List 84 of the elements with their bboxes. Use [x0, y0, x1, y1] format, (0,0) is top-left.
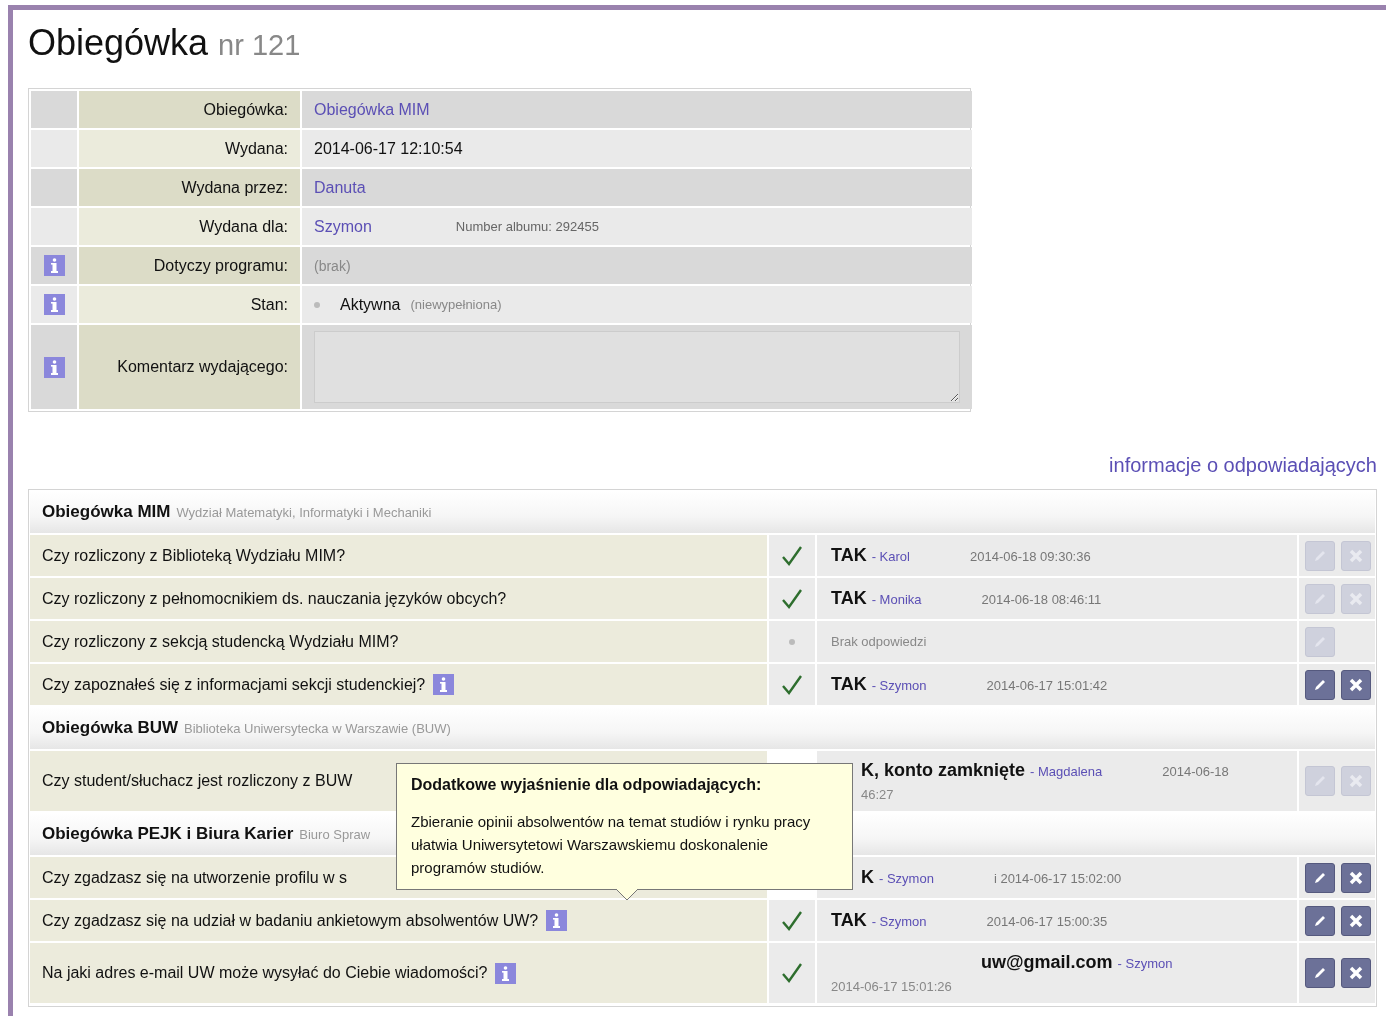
field-label: Wydana: — [79, 130, 300, 167]
close-icon — [1349, 870, 1363, 885]
info-icon[interactable] — [546, 910, 568, 931]
responder-link[interactable]: - Szymon — [1117, 956, 1173, 971]
question-text: Czy rozliczony z Biblioteką Wydziału MIM? — [42, 546, 346, 565]
question-text: Czy rozliczony z sekcją studencką Wydziału MIM? — [42, 632, 399, 651]
answer-time: 46:27 — [861, 787, 895, 802]
group-subtitle: Biuro Spraw — [299, 826, 371, 842]
info-icon[interactable] — [43, 255, 65, 276]
status-text: Aktywna — [340, 295, 401, 314]
responder-link[interactable]: - Szymon — [871, 678, 927, 693]
delete-button[interactable] — [1341, 958, 1371, 988]
close-icon — [1349, 774, 1363, 788]
close-icon — [1349, 677, 1363, 692]
responder-link[interactable]: - Szymon — [871, 914, 927, 929]
pencil-icon — [1313, 870, 1327, 885]
question-text: Czy zgadzasz się na utworzenie profilu w s — [42, 868, 348, 887]
value-link[interactable]: Szymon — [314, 217, 372, 236]
answer-text: TAK — [831, 910, 867, 931]
page-number: nr 121 — [218, 29, 301, 62]
responders-info-link[interactable]: informacje o odpowiadających — [1109, 454, 1377, 477]
value-text: 2014-06-17 12:10:54 — [314, 139, 463, 158]
info-icon[interactable] — [43, 356, 65, 378]
delete-button[interactable] — [1341, 905, 1371, 936]
status-note: (niewypełniona) — [410, 297, 502, 312]
tooltip-title: Dodatkowe wyjaśnienie dla odpowiadających: — [411, 776, 763, 794]
question-text: Czy zgadzasz się na udział w badaniu ankietowym absolwentów UW? — [42, 911, 539, 930]
question-text: Czy student/słuchacz jest rozliczony z BUW — [42, 772, 353, 790]
value-link[interactable]: Obiegówka MIM — [314, 100, 430, 119]
question-text: Na jaki adres e-mail UW może wysyłać do Ciebie wiadomości? — [42, 964, 488, 982]
pencil-icon — [1313, 677, 1327, 692]
answer-text: TAK — [831, 588, 867, 609]
pencil-icon — [1313, 913, 1327, 928]
group-title: Obiegówka BUW — [42, 718, 178, 738]
field-label: Wydana dla: — [79, 208, 300, 245]
answer-text: TAK — [831, 545, 867, 566]
group-title: Obiegówka PEJK i Biura Karier — [42, 824, 294, 844]
edit-button[interactable] — [1305, 958, 1335, 988]
answer-time: i 2014-06-17 15:02:00 — [993, 871, 1122, 886]
edit-button[interactable] — [1305, 905, 1335, 936]
edit-button[interactable] — [1305, 669, 1335, 700]
field-label: Wydana przez: — [79, 169, 300, 206]
question-text: Czy rozliczony z pełnomocnikiem ds. nauczania języków obcych? — [42, 589, 507, 608]
edit-button[interactable] — [1305, 862, 1335, 893]
answer-time: 2014-06-17 15:01:42 — [986, 678, 1108, 693]
field-label: Stan: — [79, 286, 300, 323]
close-icon — [1349, 548, 1363, 563]
no-answer-text: Brak odpowiedzi — [831, 634, 927, 649]
answer-text: K, konto zamknięte — [861, 760, 1026, 781]
status-dot-icon — [314, 301, 320, 308]
comment-field[interactable] — [314, 331, 960, 403]
value-text: (brak) — [314, 257, 351, 274]
delete-button[interactable] — [1341, 669, 1371, 700]
close-icon — [1349, 913, 1363, 928]
page-title: Obiegówka — [28, 22, 209, 64]
info-icon[interactable] — [433, 674, 455, 695]
field-label: Obiegówka: — [79, 91, 300, 128]
delete-button[interactable] — [1341, 862, 1371, 893]
group-subtitle: Biblioteka Uniwersytecka w Warszawie (BUW) — [184, 720, 451, 736]
responder-link[interactable]: - Monika — [871, 592, 922, 607]
answer-time: 2014-06-17 15:01:26 — [831, 979, 953, 994]
close-icon — [1349, 966, 1363, 980]
responder-link[interactable]: - Karol — [871, 549, 910, 564]
info-icon[interactable] — [495, 962, 517, 984]
answer-time: 2014-06-18 09:30:36 — [969, 549, 1091, 564]
value-link[interactable]: Danuta — [314, 178, 366, 197]
answer-text: uw@gmail.com — [981, 952, 1113, 973]
answer-text: TAK — [831, 674, 867, 695]
answer-time: 2014-06-18 — [1162, 764, 1229, 779]
answer-time: 2014-06-17 15:00:35 — [986, 914, 1108, 929]
answer-time: 2014-06-18 08:46:11 — [981, 592, 1102, 607]
pencil-icon — [1313, 966, 1327, 980]
album-number: Number albumu: 292455 — [455, 219, 599, 234]
field-label: Dotyczy programu: — [79, 247, 300, 284]
group-subtitle: Wydział Matematyki, Informatyki i Mechaniki — [176, 504, 432, 520]
info-icon[interactable] — [43, 294, 65, 315]
close-icon — [1349, 591, 1363, 606]
tooltip-text: Zbieranie opinii absolwentów na temat studiów i rynku pracy ułatwia Uniwersytetowi Warszawskiemu doskonalenie programów studiów. — [411, 812, 812, 878]
responder-link[interactable]: - Magdalena — [1030, 764, 1103, 779]
group-title: Obiegówka MIM — [42, 502, 171, 522]
field-label: Komentarz wydającego: — [79, 325, 300, 409]
question-text: Czy zapoznałeś się z informacjami sekcji studenckiej? — [42, 675, 426, 694]
answer-text: K — [861, 867, 874, 888]
responder-link[interactable]: - Szymon — [879, 871, 934, 886]
